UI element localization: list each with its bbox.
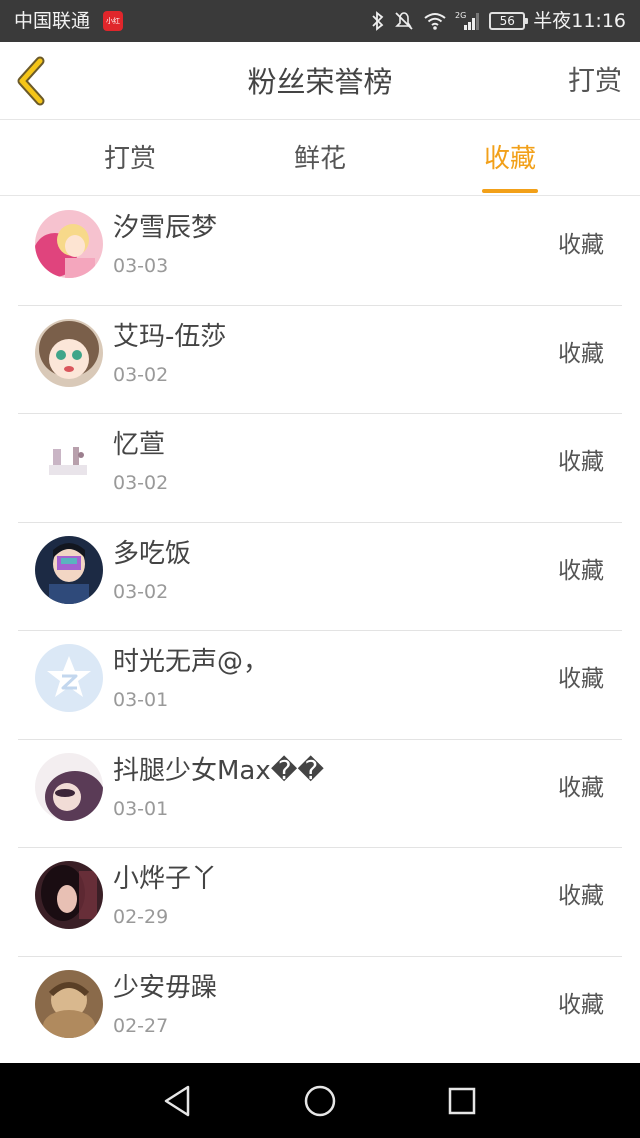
list-item[interactable]: 汐雪辰梦 03-03 收藏	[18, 197, 622, 306]
fan-name: 小烨子丫	[113, 864, 218, 894]
chevron-left-icon	[17, 56, 45, 106]
tab-flowers[interactable]: 鲜花	[290, 139, 350, 193]
fan-list: 汐雪辰梦 03-03 收藏 艾玛-伍莎 03-02 收藏 忆萱 03-02 收藏…	[0, 197, 640, 1063]
status-bar: 中国联通 小红书 2G 56 半夜11:16	[0, 0, 640, 42]
carrier-label: 中国联通	[14, 10, 91, 32]
tab-label: 收藏	[483, 144, 536, 174]
bluetooth-icon	[372, 11, 384, 31]
fan-name: 艾玛-伍莎	[113, 321, 227, 352]
fan-date: 03-02	[113, 472, 169, 494]
app-badge-icon: 小红书	[103, 11, 123, 31]
avatar	[35, 210, 103, 278]
list-item[interactable]: 多吃饭 03-02 收藏	[18, 523, 622, 631]
fan-action-label: 收藏	[558, 232, 604, 258]
avatar	[35, 752, 103, 821]
tab-favorites[interactable]: 收藏	[480, 139, 540, 193]
fan-action-label: 收藏	[558, 449, 604, 475]
tab-bar: 打赏 鲜花 收藏	[0, 121, 640, 196]
fan-date: 03-01	[113, 689, 169, 711]
mute-icon	[395, 12, 413, 30]
fan-action-label: 收藏	[558, 340, 604, 367]
avatar-image	[35, 318, 103, 387]
tab-reward[interactable]: 打赏	[100, 139, 160, 193]
fan-name: 抖腿少女Max��	[113, 755, 325, 786]
system-nav-bar	[0, 1063, 640, 1138]
nav-back-button[interactable]	[158, 1081, 198, 1121]
fan-date: 02-29	[113, 906, 169, 928]
list-item[interactable]: 忆萱 03-02 收藏	[18, 414, 622, 523]
avatar-image	[35, 535, 103, 604]
home-circle-icon	[304, 1085, 336, 1117]
avatar	[35, 535, 103, 604]
list-item[interactable]: 少安毋躁 02-27 收藏	[18, 957, 622, 1064]
fan-date: 03-02	[113, 363, 169, 386]
avatar	[35, 427, 103, 495]
back-button[interactable]	[14, 56, 54, 106]
list-item[interactable]: 小烨子丫 02-29 收藏	[18, 848, 622, 957]
avatar	[35, 861, 103, 929]
signal-icon: 2G	[455, 11, 480, 30]
fan-name: 时光无声@，	[113, 647, 270, 677]
fan-date: 02-27	[113, 1014, 169, 1037]
avatar	[35, 969, 103, 1038]
fan-action-label: 收藏	[558, 883, 604, 909]
avatar	[35, 318, 103, 387]
tab-label: 打赏	[103, 144, 156, 174]
fan-action-label: 收藏	[558, 557, 604, 584]
fan-date: 03-03	[113, 255, 169, 277]
nav-recents-button[interactable]	[442, 1081, 482, 1121]
status-icons: 2G 56 半夜11:16	[371, 7, 626, 35]
avatar-image	[35, 644, 103, 712]
fan-name: 汐雪辰梦	[113, 213, 218, 243]
recents-square-icon	[448, 1087, 476, 1115]
fan-action-label: 收藏	[558, 666, 604, 692]
reward-button[interactable]: 打赏	[568, 64, 622, 100]
page-title: 粉丝荣誉榜	[247, 65, 393, 99]
list-item[interactable]: 时光无声@， 03-01 收藏	[18, 631, 622, 740]
fan-name: 少安毋躁	[113, 972, 218, 1003]
avatar-image	[35, 427, 103, 495]
fan-date: 03-01	[113, 797, 169, 820]
active-tab-indicator	[482, 189, 538, 193]
avatar-image	[35, 210, 103, 278]
avatar	[35, 644, 103, 712]
nav-home-button[interactable]	[300, 1081, 340, 1121]
network-type-label: 2G	[455, 11, 466, 20]
wifi-icon	[424, 13, 446, 30]
list-item[interactable]: 抖腿少女Max�� 03-01 收藏	[18, 740, 622, 848]
app-header: 粉丝荣誉榜 打赏	[0, 42, 640, 120]
clock: 半夜11:16	[533, 10, 626, 32]
tab-label: 鲜花	[293, 144, 346, 174]
fan-date: 03-02	[113, 580, 169, 603]
back-triangle-icon	[164, 1085, 190, 1117]
fan-action-label: 收藏	[558, 774, 604, 801]
avatar-image	[35, 861, 103, 929]
fan-action-label: 收藏	[558, 991, 604, 1018]
battery-icon: 56	[489, 12, 529, 30]
avatar-image	[35, 969, 103, 1038]
fan-name: 忆萱	[113, 430, 166, 460]
list-item[interactable]: 艾玛-伍莎 03-02 收藏	[18, 306, 622, 414]
avatar-image	[35, 752, 103, 821]
fan-name: 多吃饭	[113, 538, 192, 569]
